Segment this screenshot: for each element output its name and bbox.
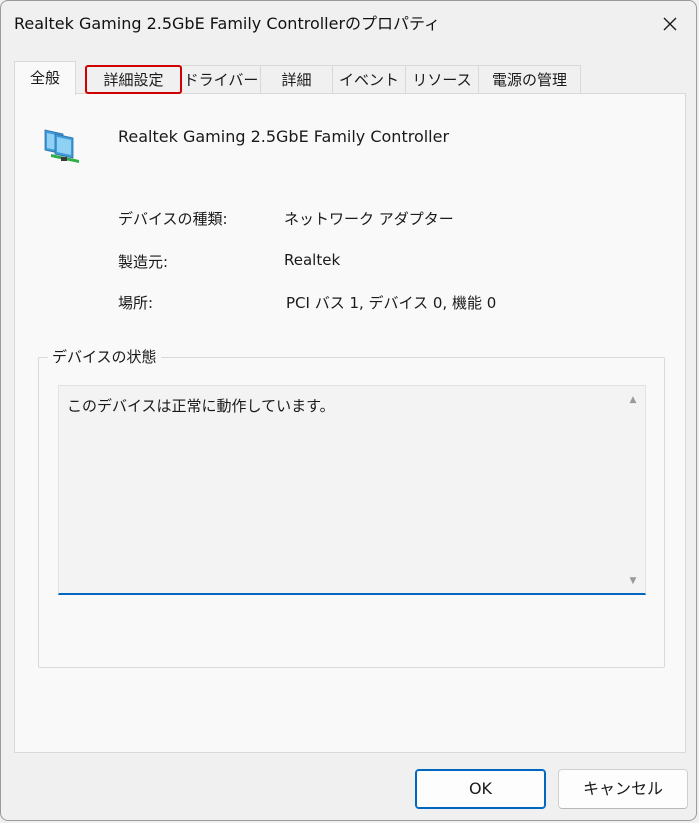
status-scrollbar[interactable]: ▲ ▼	[623, 388, 643, 591]
tab-power-management[interactable]: 電源の管理	[478, 65, 581, 94]
close-button[interactable]	[652, 7, 688, 41]
scroll-down-icon[interactable]: ▼	[623, 571, 643, 591]
tab-strip: 全般 詳細設定 ドライバー 詳細 イベント リソース 電源の管理	[14, 61, 680, 95]
window-title: Realtek Gaming 2.5GbE Family Controllerの…	[14, 14, 441, 33]
tab-advanced[interactable]: 詳細設定	[85, 65, 182, 94]
device-name: Realtek Gaming 2.5GbE Family Controller	[118, 127, 450, 146]
location-value: PCI バス 1, デバイス 0, 機能 0	[286, 294, 497, 312]
device-status-text: このデバイスは正常に動作しています。	[67, 397, 335, 415]
device-status-textbox[interactable]: このデバイスは正常に動作しています。 ▲ ▼	[58, 385, 646, 595]
device-status-group: デバイスの状態 このデバイスは正常に動作しています。 ▲ ▼	[38, 347, 665, 668]
network-adapter-icon	[44, 129, 79, 163]
ok-button[interactable]: OK	[415, 769, 546, 809]
tab-driver[interactable]: ドライバー	[181, 65, 261, 94]
tab-details[interactable]: 詳細	[260, 65, 333, 94]
location-label: 場所:	[118, 294, 154, 312]
manufacturer-value: Realtek	[284, 251, 341, 269]
tab-resources[interactable]: リソース	[405, 65, 479, 94]
close-icon	[663, 17, 677, 31]
tab-general[interactable]: 全般	[14, 61, 76, 95]
cancel-button[interactable]: キャンセル	[558, 769, 688, 809]
properties-dialog: Realtek Gaming 2.5GbE Family Controllerの…	[0, 0, 697, 821]
scroll-up-icon[interactable]: ▲	[623, 390, 643, 410]
general-tab-panel: Realtek Gaming 2.5GbE Family Controller …	[14, 93, 686, 753]
manufacturer-label: 製造元:	[118, 253, 169, 271]
tab-events[interactable]: イベント	[332, 65, 406, 94]
device-status-group-title: デバイスの状態	[48, 347, 161, 367]
device-type-label: デバイスの種類:	[118, 210, 228, 228]
title-bar: Realtek Gaming 2.5GbE Family Controllerの…	[1, 1, 696, 51]
device-type-value: ネットワーク アダプター	[284, 210, 454, 228]
